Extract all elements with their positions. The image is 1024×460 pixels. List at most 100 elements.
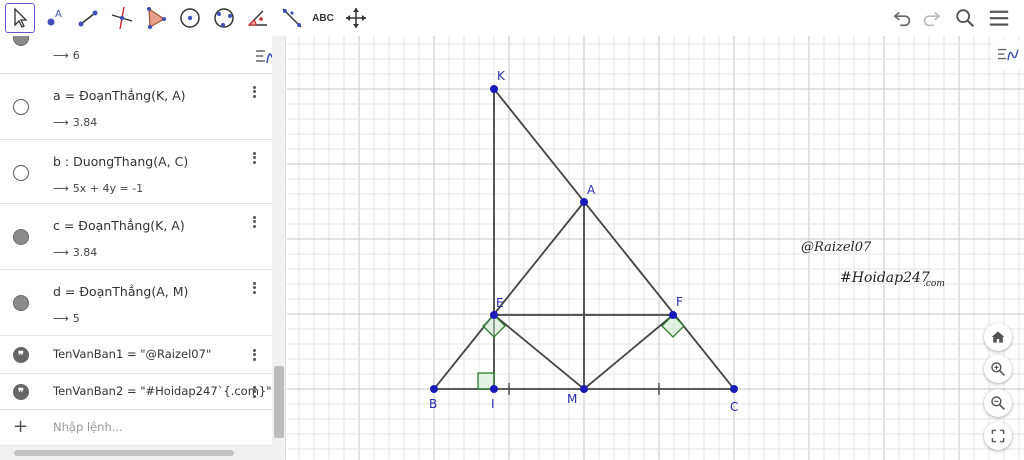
segment-tool-button[interactable] bbox=[73, 3, 103, 33]
visibility-marble[interactable] bbox=[13, 295, 29, 311]
perpendicular-line-tool-button[interactable] bbox=[107, 3, 137, 33]
row-menu-button[interactable] bbox=[248, 214, 260, 230]
search-button[interactable] bbox=[952, 5, 978, 31]
row-menu-button[interactable] bbox=[248, 150, 260, 166]
row-value: ⟶ 5 bbox=[53, 312, 80, 325]
grid bbox=[287, 36, 1024, 460]
zoom-out-button[interactable] bbox=[984, 389, 1012, 417]
polygon-tool-button[interactable] bbox=[141, 3, 171, 33]
label-b[interactable]: B bbox=[429, 397, 437, 411]
algebra-row[interactable]: c = ĐoạnThẳng(K, A) ⟶ 3.84 bbox=[0, 204, 272, 270]
reflect-tool-button[interactable] bbox=[277, 3, 307, 33]
circle-three-points-tool-button[interactable] bbox=[209, 3, 239, 33]
geogebra-app: A ABC ⟶ 6 a = ĐoạnThẳng(K, A) ⟶ 3.84 b:… bbox=[0, 0, 1024, 460]
text-hoidap[interactable]: #Hoidap247 .com bbox=[840, 270, 945, 289]
row-menu-button[interactable] bbox=[248, 280, 260, 296]
segment-icon bbox=[78, 10, 98, 27]
fullscreen-button[interactable] bbox=[984, 422, 1012, 450]
row-value: ⟶ 3.84 bbox=[53, 246, 98, 259]
graphics-canvas[interactable]: K A E F B I M C @Raizel07 #Hoidap247 .co… bbox=[287, 36, 1024, 460]
row-value: ⟶ 3.84 bbox=[53, 116, 98, 129]
point-m[interactable] bbox=[580, 385, 588, 393]
move-view-tool-button[interactable] bbox=[341, 3, 371, 33]
visibility-marble[interactable] bbox=[13, 36, 29, 46]
plus-icon[interactable]: + bbox=[13, 416, 28, 437]
svg-text:A: A bbox=[55, 9, 62, 20]
row-menu-button[interactable] bbox=[248, 84, 260, 100]
algebra-vertical-scrollbar[interactable] bbox=[272, 36, 285, 460]
algebra-row[interactable]: ⟶ 6 bbox=[0, 36, 272, 74]
algebra-view: ⟶ 6 a = ĐoạnThẳng(K, A) ⟶ 3.84 b : DuongTh… bbox=[0, 36, 286, 460]
text-raizel[interactable]: @Raizel07 bbox=[801, 240, 872, 255]
label-e[interactable]: E bbox=[496, 296, 504, 310]
visibility-marble[interactable] bbox=[13, 229, 29, 245]
undo-icon bbox=[893, 11, 911, 27]
redo-button[interactable] bbox=[918, 5, 944, 31]
fullscreen-icon bbox=[991, 429, 1005, 443]
row-definition: c = ĐoạnThẳng(K, A) bbox=[53, 218, 185, 233]
point-i[interactable] bbox=[490, 385, 498, 393]
algebra-horizontal-scrollbar[interactable] bbox=[0, 446, 272, 460]
toolbar: A ABC bbox=[0, 0, 1024, 36]
graphics-view[interactable]: K A E F B I M C @Raizel07 #Hoidap247 .co… bbox=[287, 36, 1024, 460]
reflect-icon bbox=[282, 8, 302, 28]
row-menu-button[interactable] bbox=[248, 347, 260, 363]
text-object-icon[interactable]: ❞ bbox=[13, 384, 29, 400]
angle-icon bbox=[247, 10, 267, 26]
label-a[interactable]: A bbox=[587, 183, 596, 197]
row-definition: TenVanBan1 = "@Raizel07" bbox=[53, 347, 212, 361]
graphics-style-toggle[interactable] bbox=[993, 40, 1023, 70]
move-arrows-icon bbox=[346, 8, 366, 28]
zoom-out-icon bbox=[991, 396, 1005, 410]
text-hoidap-main: #Hoidap247 bbox=[840, 270, 930, 286]
point-e[interactable] bbox=[490, 311, 498, 319]
label-m[interactable]: M bbox=[567, 392, 577, 406]
label-i[interactable]: I bbox=[491, 397, 495, 411]
row-definition: TenVanBan2 = "#Hoidap247`{.com}" bbox=[53, 384, 272, 398]
search-icon bbox=[956, 9, 975, 28]
angle-tool-button[interactable] bbox=[243, 3, 273, 33]
point-a[interactable] bbox=[580, 198, 588, 206]
row-value: ⟶ 6 bbox=[53, 49, 80, 62]
text-tool-button[interactable]: ABC bbox=[307, 3, 339, 33]
point-tool-button[interactable]: A bbox=[39, 3, 69, 33]
visibility-marble[interactable] bbox=[13, 99, 29, 115]
point-c[interactable] bbox=[730, 385, 738, 393]
scrollbar-thumb[interactable] bbox=[14, 450, 234, 456]
zoom-in-button[interactable] bbox=[984, 355, 1012, 383]
circle-center-icon bbox=[180, 8, 200, 28]
text-tool-label: ABC bbox=[312, 12, 334, 24]
cursor-icon bbox=[14, 7, 28, 28]
zoom-in-icon bbox=[991, 362, 1005, 376]
label-c[interactable]: C bbox=[730, 400, 738, 414]
perpendicular-icon bbox=[111, 6, 133, 30]
row-definition: a = ĐoạnThẳng(K, A) bbox=[53, 88, 186, 103]
algebra-row[interactable]: ❞ TenVanBan1 = "@Raizel07" bbox=[0, 336, 272, 374]
main-menu-button[interactable] bbox=[986, 5, 1012, 31]
row-definition: d = ĐoạnThẳng(A, M) bbox=[53, 284, 189, 299]
move-tool-button[interactable] bbox=[5, 3, 35, 33]
point-f[interactable] bbox=[669, 311, 677, 319]
algebra-row[interactable]: b : DuongThang(A, C) ⟶ 5x + 4y = -1 bbox=[0, 140, 272, 204]
home-button[interactable] bbox=[984, 323, 1012, 351]
row-menu-button[interactable] bbox=[248, 384, 260, 400]
input-bar[interactable]: + Nhập lệnh... bbox=[0, 410, 272, 446]
point-b[interactable] bbox=[430, 385, 438, 393]
circle-center-tool-button[interactable] bbox=[175, 3, 205, 33]
hamburger-menu-icon bbox=[989, 10, 1009, 26]
point-k[interactable] bbox=[490, 85, 498, 93]
polygon-icon bbox=[147, 7, 166, 29]
scrollbar-thumb[interactable] bbox=[274, 366, 284, 438]
algebra-row[interactable]: a = ĐoạnThẳng(K, A) ⟶ 3.84 bbox=[0, 74, 272, 140]
label-k[interactable]: K bbox=[497, 69, 506, 83]
text-object-icon[interactable]: ❞ bbox=[13, 347, 29, 363]
label-f[interactable]: F bbox=[676, 295, 683, 309]
input-placeholder: Nhập lệnh... bbox=[53, 420, 123, 434]
algebra-row[interactable]: d = ĐoạnThẳng(A, M) ⟶ 5 bbox=[0, 270, 272, 336]
algebra-row[interactable]: ❞ TenVanBan2 = "#Hoidap247`{.com}" bbox=[0, 374, 272, 410]
undo-button[interactable] bbox=[890, 5, 916, 31]
visibility-marble[interactable] bbox=[13, 165, 29, 181]
text-hoidap-subscript: .com bbox=[923, 279, 945, 289]
row-definition: b : DuongThang(A, C) bbox=[53, 154, 189, 169]
point-icon: A bbox=[47, 9, 62, 26]
